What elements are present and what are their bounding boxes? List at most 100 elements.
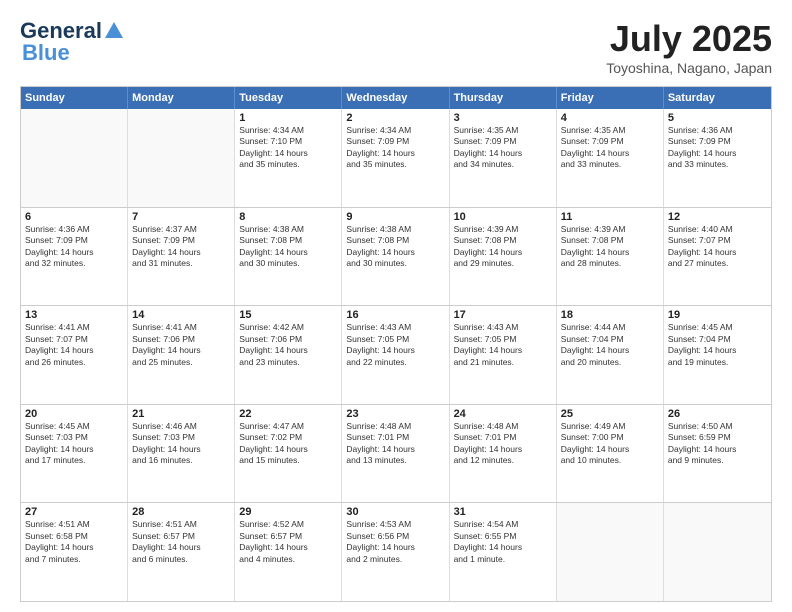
calendar-cell: 22Sunrise: 4:47 AM Sunset: 7:02 PM Dayli… xyxy=(235,405,342,503)
calendar-cell: 4Sunrise: 4:35 AM Sunset: 7:09 PM Daylig… xyxy=(557,109,664,207)
day-number: 6 xyxy=(25,211,123,223)
day-info: Sunrise: 4:50 AM Sunset: 6:59 PM Dayligh… xyxy=(668,421,767,467)
calendar-cell: 13Sunrise: 4:41 AM Sunset: 7:07 PM Dayli… xyxy=(21,306,128,404)
header-monday: Monday xyxy=(128,87,235,109)
day-info: Sunrise: 4:51 AM Sunset: 6:58 PM Dayligh… xyxy=(25,519,123,565)
day-number: 10 xyxy=(454,211,552,223)
day-number: 30 xyxy=(346,506,444,518)
calendar-cell xyxy=(128,109,235,207)
day-info: Sunrise: 4:38 AM Sunset: 7:08 PM Dayligh… xyxy=(239,224,337,270)
day-info: Sunrise: 4:47 AM Sunset: 7:02 PM Dayligh… xyxy=(239,421,337,467)
calendar-cell: 3Sunrise: 4:35 AM Sunset: 7:09 PM Daylig… xyxy=(450,109,557,207)
day-number: 29 xyxy=(239,506,337,518)
day-number: 21 xyxy=(132,408,230,420)
day-info: Sunrise: 4:41 AM Sunset: 7:07 PM Dayligh… xyxy=(25,322,123,368)
day-info: Sunrise: 4:54 AM Sunset: 6:55 PM Dayligh… xyxy=(454,519,552,565)
calendar-cell: 19Sunrise: 4:45 AM Sunset: 7:04 PM Dayli… xyxy=(664,306,771,404)
day-number: 14 xyxy=(132,309,230,321)
calendar-cell: 26Sunrise: 4:50 AM Sunset: 6:59 PM Dayli… xyxy=(664,405,771,503)
calendar-body: 1Sunrise: 4:34 AM Sunset: 7:10 PM Daylig… xyxy=(21,109,771,601)
calendar-week-4: 20Sunrise: 4:45 AM Sunset: 7:03 PM Dayli… xyxy=(21,405,771,504)
day-info: Sunrise: 4:48 AM Sunset: 7:01 PM Dayligh… xyxy=(346,421,444,467)
calendar-cell: 9Sunrise: 4:38 AM Sunset: 7:08 PM Daylig… xyxy=(342,208,449,306)
calendar-cell: 10Sunrise: 4:39 AM Sunset: 7:08 PM Dayli… xyxy=(450,208,557,306)
day-number: 22 xyxy=(239,408,337,420)
calendar-cell: 14Sunrise: 4:41 AM Sunset: 7:06 PM Dayli… xyxy=(128,306,235,404)
calendar-cell xyxy=(664,503,771,601)
calendar-cell: 30Sunrise: 4:53 AM Sunset: 6:56 PM Dayli… xyxy=(342,503,449,601)
calendar-cell xyxy=(21,109,128,207)
day-number: 7 xyxy=(132,211,230,223)
calendar-cell: 24Sunrise: 4:48 AM Sunset: 7:01 PM Dayli… xyxy=(450,405,557,503)
header-friday: Friday xyxy=(557,87,664,109)
day-number: 28 xyxy=(132,506,230,518)
header-sunday: Sunday xyxy=(21,87,128,109)
calendar-cell: 16Sunrise: 4:43 AM Sunset: 7:05 PM Dayli… xyxy=(342,306,449,404)
calendar-cell: 25Sunrise: 4:49 AM Sunset: 7:00 PM Dayli… xyxy=(557,405,664,503)
calendar-cell: 6Sunrise: 4:36 AM Sunset: 7:09 PM Daylig… xyxy=(21,208,128,306)
header-saturday: Saturday xyxy=(664,87,771,109)
day-info: Sunrise: 4:52 AM Sunset: 6:57 PM Dayligh… xyxy=(239,519,337,565)
day-info: Sunrise: 4:36 AM Sunset: 7:09 PM Dayligh… xyxy=(668,125,767,171)
logo-blue: Blue xyxy=(22,40,70,66)
calendar-cell: 2Sunrise: 4:34 AM Sunset: 7:09 PM Daylig… xyxy=(342,109,449,207)
calendar-cell: 1Sunrise: 4:34 AM Sunset: 7:10 PM Daylig… xyxy=(235,109,342,207)
logo: General Blue xyxy=(20,18,125,66)
calendar-cell: 12Sunrise: 4:40 AM Sunset: 7:07 PM Dayli… xyxy=(664,208,771,306)
day-info: Sunrise: 4:41 AM Sunset: 7:06 PM Dayligh… xyxy=(132,322,230,368)
calendar-week-3: 13Sunrise: 4:41 AM Sunset: 7:07 PM Dayli… xyxy=(21,306,771,405)
calendar-cell: 8Sunrise: 4:38 AM Sunset: 7:08 PM Daylig… xyxy=(235,208,342,306)
day-number: 8 xyxy=(239,211,337,223)
day-number: 3 xyxy=(454,112,552,124)
day-number: 27 xyxy=(25,506,123,518)
day-info: Sunrise: 4:35 AM Sunset: 7:09 PM Dayligh… xyxy=(561,125,659,171)
day-number: 16 xyxy=(346,309,444,321)
month-title: July 2025 xyxy=(606,18,772,60)
calendar-cell: 28Sunrise: 4:51 AM Sunset: 6:57 PM Dayli… xyxy=(128,503,235,601)
calendar-cell: 17Sunrise: 4:43 AM Sunset: 7:05 PM Dayli… xyxy=(450,306,557,404)
day-info: Sunrise: 4:48 AM Sunset: 7:01 PM Dayligh… xyxy=(454,421,552,467)
day-number: 5 xyxy=(668,112,767,124)
calendar-cell: 31Sunrise: 4:54 AM Sunset: 6:55 PM Dayli… xyxy=(450,503,557,601)
day-info: Sunrise: 4:36 AM Sunset: 7:09 PM Dayligh… xyxy=(25,224,123,270)
logo-triangle-icon xyxy=(103,20,125,42)
day-number: 18 xyxy=(561,309,659,321)
day-info: Sunrise: 4:53 AM Sunset: 6:56 PM Dayligh… xyxy=(346,519,444,565)
day-info: Sunrise: 4:39 AM Sunset: 7:08 PM Dayligh… xyxy=(454,224,552,270)
calendar-cell: 29Sunrise: 4:52 AM Sunset: 6:57 PM Dayli… xyxy=(235,503,342,601)
header: General Blue July 2025 Toyoshina, Nagano… xyxy=(20,18,772,76)
subtitle: Toyoshina, Nagano, Japan xyxy=(606,60,772,76)
day-info: Sunrise: 4:35 AM Sunset: 7:09 PM Dayligh… xyxy=(454,125,552,171)
day-info: Sunrise: 4:42 AM Sunset: 7:06 PM Dayligh… xyxy=(239,322,337,368)
day-number: 17 xyxy=(454,309,552,321)
day-info: Sunrise: 4:45 AM Sunset: 7:03 PM Dayligh… xyxy=(25,421,123,467)
day-number: 11 xyxy=(561,211,659,223)
day-info: Sunrise: 4:34 AM Sunset: 7:10 PM Dayligh… xyxy=(239,125,337,171)
header-wednesday: Wednesday xyxy=(342,87,449,109)
calendar-week-5: 27Sunrise: 4:51 AM Sunset: 6:58 PM Dayli… xyxy=(21,503,771,601)
day-info: Sunrise: 4:46 AM Sunset: 7:03 PM Dayligh… xyxy=(132,421,230,467)
header-tuesday: Tuesday xyxy=(235,87,342,109)
day-number: 25 xyxy=(561,408,659,420)
calendar: Sunday Monday Tuesday Wednesday Thursday… xyxy=(20,86,772,602)
day-number: 1 xyxy=(239,112,337,124)
calendar-week-1: 1Sunrise: 4:34 AM Sunset: 7:10 PM Daylig… xyxy=(21,109,771,208)
calendar-week-2: 6Sunrise: 4:36 AM Sunset: 7:09 PM Daylig… xyxy=(21,208,771,307)
day-info: Sunrise: 4:34 AM Sunset: 7:09 PM Dayligh… xyxy=(346,125,444,171)
day-info: Sunrise: 4:43 AM Sunset: 7:05 PM Dayligh… xyxy=(454,322,552,368)
day-number: 26 xyxy=(668,408,767,420)
day-number: 15 xyxy=(239,309,337,321)
day-info: Sunrise: 4:51 AM Sunset: 6:57 PM Dayligh… xyxy=(132,519,230,565)
header-thursday: Thursday xyxy=(450,87,557,109)
calendar-cell: 21Sunrise: 4:46 AM Sunset: 7:03 PM Dayli… xyxy=(128,405,235,503)
day-number: 9 xyxy=(346,211,444,223)
day-info: Sunrise: 4:43 AM Sunset: 7:05 PM Dayligh… xyxy=(346,322,444,368)
calendar-cell xyxy=(557,503,664,601)
page: General Blue July 2025 Toyoshina, Nagano… xyxy=(0,0,792,612)
day-number: 4 xyxy=(561,112,659,124)
calendar-cell: 5Sunrise: 4:36 AM Sunset: 7:09 PM Daylig… xyxy=(664,109,771,207)
day-number: 12 xyxy=(668,211,767,223)
day-number: 2 xyxy=(346,112,444,124)
day-info: Sunrise: 4:44 AM Sunset: 7:04 PM Dayligh… xyxy=(561,322,659,368)
calendar-cell: 15Sunrise: 4:42 AM Sunset: 7:06 PM Dayli… xyxy=(235,306,342,404)
